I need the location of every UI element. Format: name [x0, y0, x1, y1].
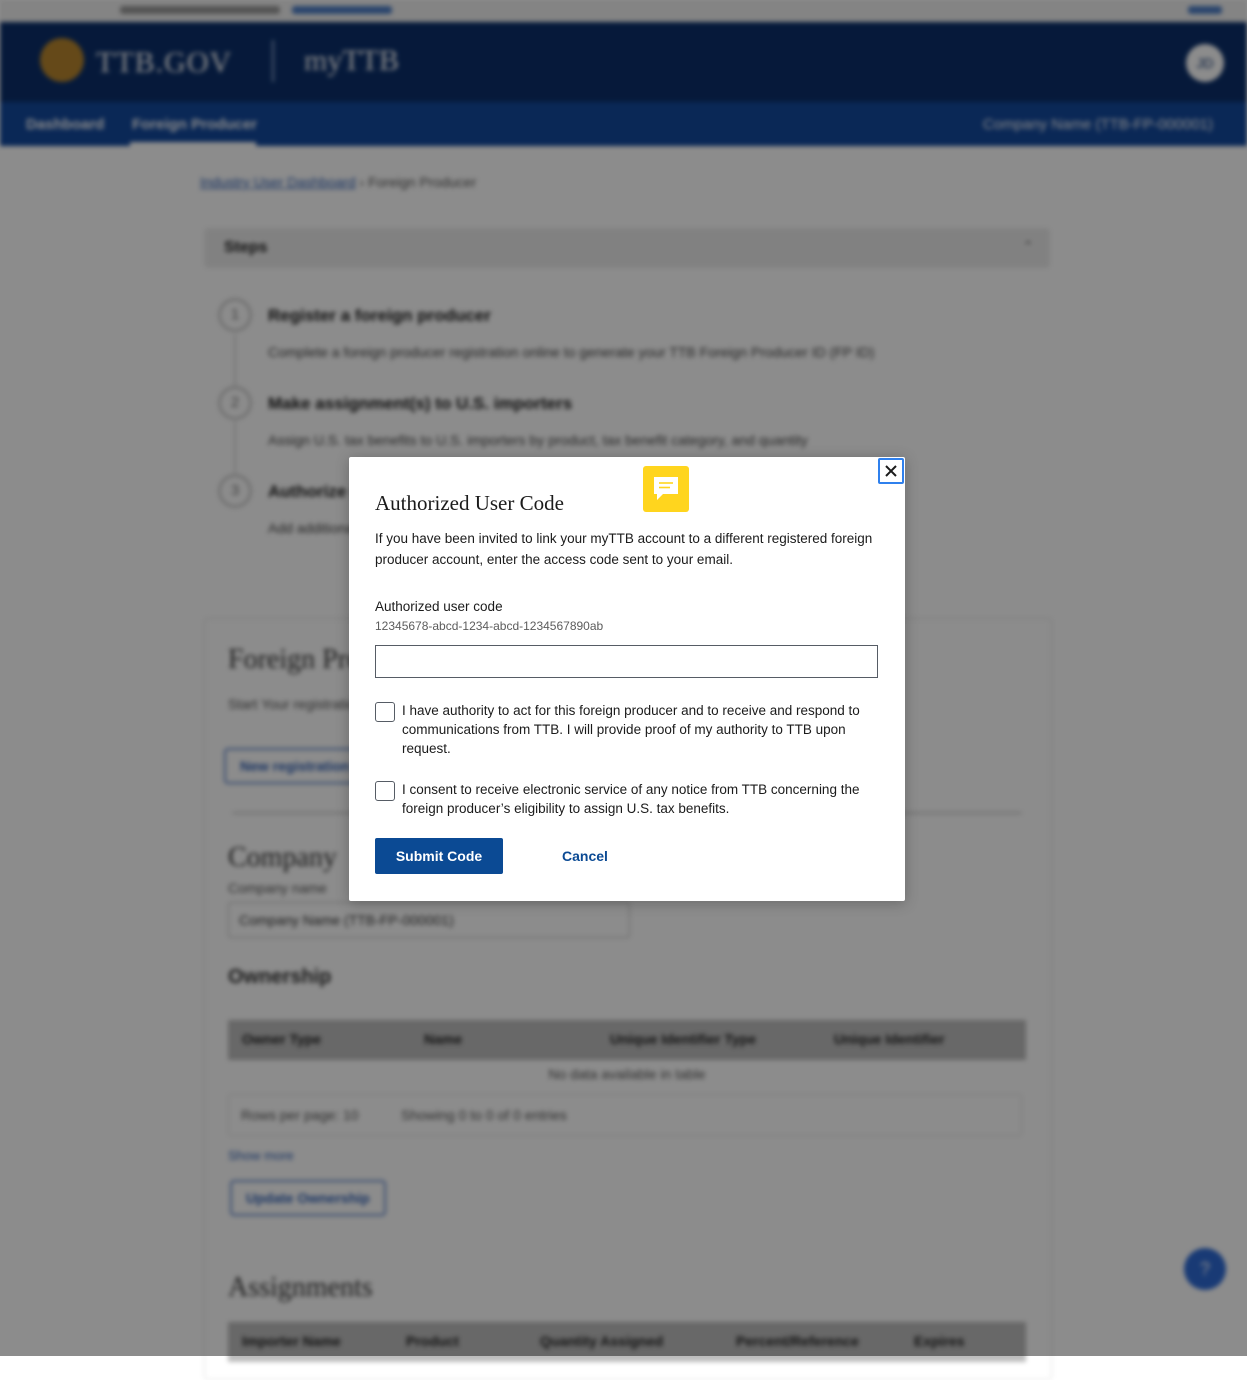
- authorized-code-input[interactable]: [375, 645, 878, 678]
- authority-checkbox[interactable]: [375, 702, 395, 722]
- code-field-label: Authorized user code: [375, 599, 503, 614]
- code-field-hint: 12345678-abcd-1234-abcd-1234567890ab: [375, 619, 604, 633]
- cancel-button[interactable]: Cancel: [535, 838, 635, 874]
- authority-checkbox-label[interactable]: I have authority to act for this foreign…: [402, 701, 882, 758]
- submit-code-button[interactable]: Submit Code: [375, 838, 503, 874]
- close-button[interactable]: [878, 458, 904, 484]
- feedback-chat-icon[interactable]: [643, 466, 689, 512]
- consent-checkbox-label[interactable]: I consent to receive electronic service …: [402, 780, 882, 818]
- modal-description: If you have been invited to link your my…: [375, 531, 873, 567]
- consent-checkbox[interactable]: [375, 781, 395, 801]
- close-icon: [885, 465, 897, 477]
- authorized-user-code-modal: Authorized User Code If you have been in…: [349, 457, 905, 901]
- modal-title: Authorized User Code: [375, 491, 564, 515]
